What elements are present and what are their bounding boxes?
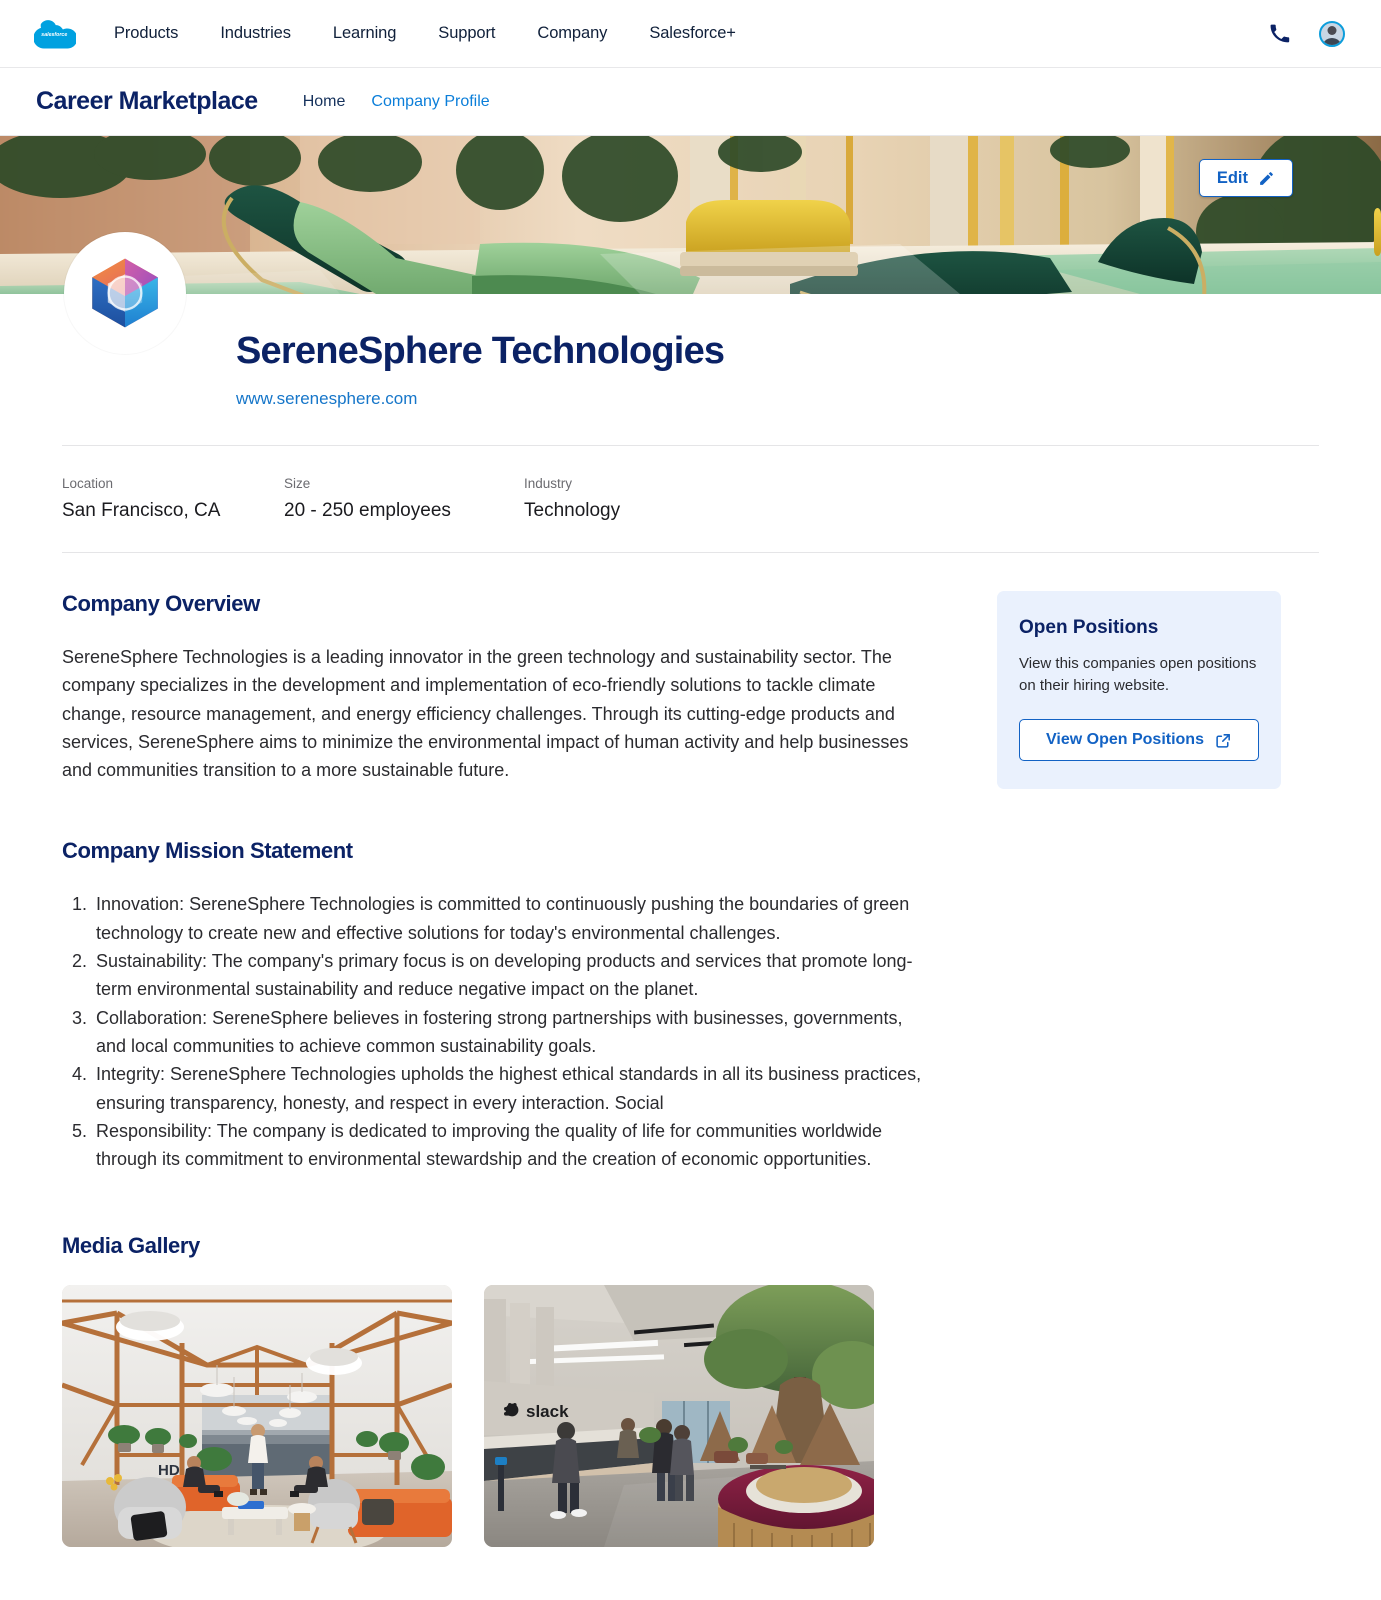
global-nav-actions xyxy=(1269,20,1345,47)
mission-item: Sustainability: The company's primary fo… xyxy=(92,947,937,1004)
open-positions-description: View this companies open positions on th… xyxy=(1019,655,1257,694)
svg-text:HD: HD xyxy=(158,1462,180,1479)
company-overview-title: Company Overview xyxy=(62,591,260,616)
edit-banner-button[interactable]: Edit xyxy=(1198,159,1293,197)
company-overview-section: Company Overview SereneSphere Technologi… xyxy=(62,591,937,784)
meta-industry-label: Industry xyxy=(524,476,573,491)
phone-icon[interactable] xyxy=(1269,23,1291,45)
company-banner-image: Edit xyxy=(0,136,1381,294)
svg-text:slack: slack xyxy=(526,1402,569,1421)
mission-item: Responsibility: The company is dedicated… xyxy=(92,1117,937,1174)
view-open-positions-button[interactable]: View Open Positions xyxy=(1019,719,1259,761)
nav-item-industries[interactable]: Industries xyxy=(199,24,312,43)
page-title: SereneSphere Technologies xyxy=(236,330,725,372)
open-positions-title: Open Positions xyxy=(1019,617,1159,638)
media-gallery-section: Media Gallery HD slack xyxy=(0,1173,1381,1548)
gallery-image-office-lounge[interactable]: HD xyxy=(62,1285,452,1548)
global-navigation-bar: salesforce Products Industries Learning … xyxy=(0,0,1381,68)
edit-button-label: Edit xyxy=(1216,168,1248,187)
mission-list: Innovation: SereneSphere Technologies is… xyxy=(62,890,937,1173)
main-column: Company Overview SereneSphere Technologi… xyxy=(62,591,937,1173)
media-gallery-row: HD slack xyxy=(62,1285,1319,1548)
nav-item-learning[interactable]: Learning xyxy=(312,24,417,43)
salesforce-logo[interactable]: salesforce xyxy=(34,19,76,49)
profile-content: Company Overview SereneSphere Technologi… xyxy=(0,553,1381,1173)
slack-lobby-artwork: slack xyxy=(484,1285,874,1548)
meta-industry-value: Technology xyxy=(524,500,621,521)
svg-text:salesforce: salesforce xyxy=(41,32,67,38)
gallery-image-slack-lobby[interactable]: slack xyxy=(484,1285,874,1548)
subnav-item-company-profile[interactable]: Company Profile xyxy=(358,93,502,111)
company-overview-body: SereneSphere Technologies is a leading i… xyxy=(62,647,909,781)
avatar[interactable] xyxy=(1319,20,1345,47)
company-profile-page: SereneSphere Technologies www.serenesphe… xyxy=(0,232,1381,1587)
meta-location-label: Location xyxy=(62,476,114,491)
avatar-head xyxy=(1327,25,1337,35)
meta-size-value: 20 - 250 employees xyxy=(284,500,451,521)
meta-size: Size 20 - 250 employees xyxy=(284,476,524,522)
pencil-icon xyxy=(1260,171,1273,185)
company-mission-title: Company Mission Statement xyxy=(62,838,353,864)
hexagon-logo-icon xyxy=(92,258,158,328)
company-mission-section: Company Mission Statement Innovation: Se… xyxy=(62,838,937,1173)
app-title: Career Marketplace xyxy=(36,87,258,115)
nav-item-company[interactable]: Company xyxy=(516,24,628,43)
meta-location: Location San Francisco, CA xyxy=(62,476,284,522)
company-website-link[interactable]: www.serenesphere.com xyxy=(88,389,417,409)
media-gallery-title: Media Gallery xyxy=(62,1233,200,1259)
nav-item-products[interactable]: Products xyxy=(100,24,199,43)
banner-artwork xyxy=(0,136,1381,294)
global-nav-links: Products Industries Learning Support Com… xyxy=(100,24,757,43)
meta-size-label: Size xyxy=(284,476,311,491)
nav-item-salesforce-plus[interactable]: Salesforce+ xyxy=(628,24,757,43)
company-meta-row: Location San Francisco, CA Size 20 - 250… xyxy=(0,446,1381,552)
external-link-icon xyxy=(1216,733,1230,748)
mission-item: Collaboration: SereneSphere believes in … xyxy=(92,1004,937,1061)
avatar-body xyxy=(1322,37,1342,45)
career-marketplace-subnav: Career Marketplace Home Company Profile xyxy=(0,68,1381,136)
view-open-positions-label: View Open Positions xyxy=(1046,731,1204,748)
subnav-item-home[interactable]: Home xyxy=(290,93,359,111)
company-identity-header: SereneSphere Technologies www.serenesphe… xyxy=(0,232,1381,409)
open-positions-card: Open Positions View this companies open … xyxy=(997,591,1281,789)
meta-industry: Industry Technology xyxy=(524,476,620,522)
company-logo xyxy=(64,232,186,354)
meta-location-value: San Francisco, CA xyxy=(62,500,221,521)
office-lounge-artwork: HD xyxy=(62,1285,452,1548)
mission-item: Innovation: SereneSphere Technologies is… xyxy=(92,890,937,947)
nav-item-support[interactable]: Support xyxy=(417,24,516,43)
mission-item: Integrity: SereneSphere Technologies uph… xyxy=(92,1060,937,1117)
sidebar-column: Open Positions View this companies open … xyxy=(997,591,1281,789)
